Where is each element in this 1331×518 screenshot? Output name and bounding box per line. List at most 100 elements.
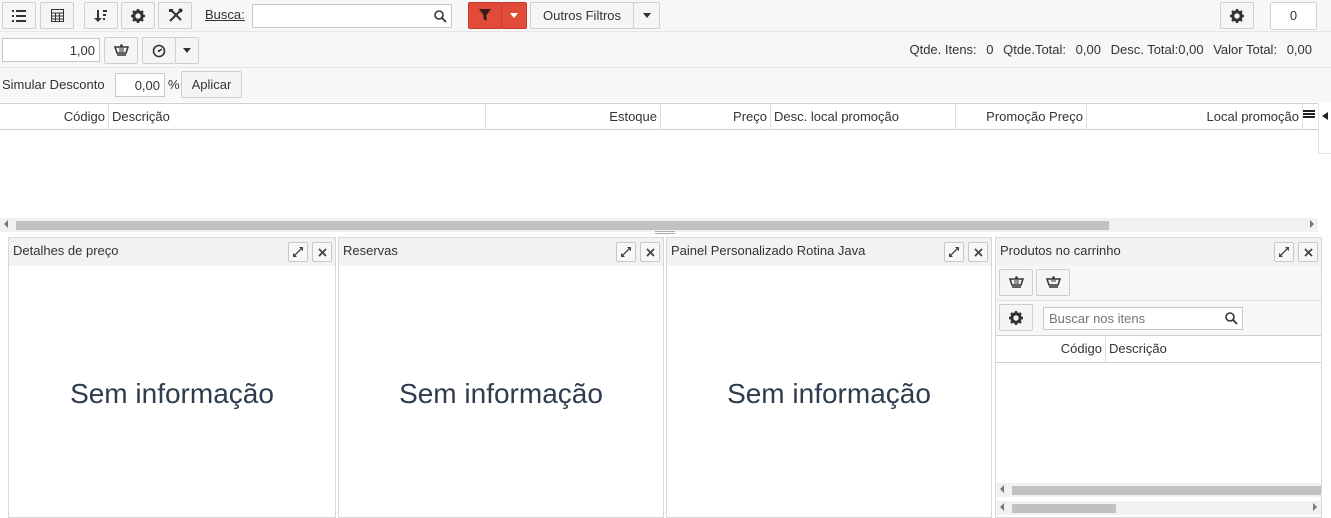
main-toolbar: Busca: Outros Filtros 0 xyxy=(0,0,1331,32)
qtde-itens-label: Qtde. Itens: xyxy=(909,42,977,57)
panel-header: Produtos no carrinho xyxy=(996,238,1321,266)
close-icon xyxy=(645,247,655,257)
column-header-codigo[interactable]: Código xyxy=(0,104,109,129)
desc-total-value: 0,00 xyxy=(1178,42,1204,57)
maximize-button[interactable] xyxy=(1274,242,1294,262)
panel-detalhes-preco: Detalhes de preço Sem informação xyxy=(8,237,336,518)
close-button[interactable] xyxy=(312,242,332,262)
speed-gauge-icon xyxy=(152,44,166,57)
qtde-itens-value: 0 xyxy=(986,42,994,57)
scroll-left-arrow[interactable] xyxy=(1000,485,1004,493)
expand-icon xyxy=(621,247,631,257)
panel-title: Detalhes de preço xyxy=(13,243,119,258)
cart-horizontal-scrollbar-2[interactable] xyxy=(996,501,1321,515)
grid-view-button[interactable] xyxy=(40,2,74,29)
close-icon xyxy=(973,247,983,257)
outros-filtros-button[interactable]: Outros Filtros xyxy=(530,2,634,29)
cart-search-bar xyxy=(996,301,1321,336)
cart-icon xyxy=(1045,275,1061,288)
column-header-preco[interactable]: Preço xyxy=(661,104,771,129)
gear-icon xyxy=(1230,8,1244,23)
simular-desconto-label: Simular Desconto xyxy=(2,77,105,92)
close-button[interactable] xyxy=(1298,242,1318,262)
scroll-thumb[interactable] xyxy=(16,221,1109,230)
cart-search-input[interactable] xyxy=(1047,309,1217,328)
column-header-local-promocao[interactable]: Local promoção xyxy=(1087,104,1303,129)
scroll-right-arrow[interactable] xyxy=(1313,503,1317,511)
history-button[interactable] xyxy=(142,37,176,64)
column-header-desc-local-promocao[interactable]: Desc. local promoção xyxy=(771,104,956,129)
scroll-thumb[interactable] xyxy=(1012,486,1321,495)
empty-message: Sem informação xyxy=(727,378,931,409)
chevron-left-icon xyxy=(1322,112,1328,120)
scroll-right-arrow[interactable] xyxy=(1310,220,1314,228)
search-field[interactable] xyxy=(252,4,452,28)
expand-icon xyxy=(1279,247,1289,257)
panel-title: Reservas xyxy=(343,243,398,258)
tools-icon xyxy=(168,8,182,22)
column-header-estoque[interactable]: Estoque xyxy=(486,104,661,129)
scroll-left-arrow[interactable] xyxy=(4,220,8,228)
qtde-total-label: Qtde.Total: xyxy=(1003,42,1067,57)
cart-toolbar xyxy=(996,266,1321,301)
panel-reservas: Reservas Sem informação xyxy=(338,237,664,518)
empty-message: Sem informação xyxy=(399,378,603,409)
qtde-total-value: 0,00 xyxy=(1075,42,1101,57)
cart-icon xyxy=(113,43,129,56)
sort-button[interactable] xyxy=(84,2,118,29)
chevron-down-icon xyxy=(642,13,651,18)
cart-horizontal-scrollbar-1[interactable] xyxy=(996,483,1321,497)
outros-filtros-dropdown[interactable] xyxy=(633,2,660,29)
busca-label: Busca: xyxy=(205,7,245,22)
maximize-button[interactable] xyxy=(288,242,308,262)
panel-header: Painel Personalizado Rotina Java xyxy=(667,238,991,266)
cart-remove-button[interactable] xyxy=(1036,269,1070,296)
panel-title: Produtos no carrinho xyxy=(1000,243,1121,258)
list-icon xyxy=(12,9,26,22)
filter-button[interactable] xyxy=(468,2,502,29)
list-view-button[interactable] xyxy=(2,2,36,29)
panel-title: Painel Personalizado Rotina Java xyxy=(671,243,866,258)
discount-input[interactable] xyxy=(115,73,165,97)
discount-toolbar: Simular Desconto % Aplicar xyxy=(0,68,1331,102)
settings-button[interactable] xyxy=(121,2,155,29)
panel-produtos-carrinho: Produtos no carrinho Código Descrição xyxy=(995,237,1322,518)
close-button[interactable] xyxy=(640,242,660,262)
desc-total-label: Desc. Total: xyxy=(1110,42,1179,57)
cart-column-header-codigo[interactable]: Código xyxy=(996,336,1106,362)
scroll-thumb[interactable] xyxy=(1012,504,1116,513)
grid-horizontal-scrollbar[interactable] xyxy=(0,218,1318,232)
products-grid-body xyxy=(0,130,1318,218)
quantity-input[interactable] xyxy=(2,38,100,62)
right-settings-button[interactable] xyxy=(1220,2,1254,29)
close-icon xyxy=(1303,247,1313,257)
empty-message: Sem informação xyxy=(70,378,274,409)
history-dropdown-button[interactable] xyxy=(175,37,199,64)
cart-icon xyxy=(1008,275,1024,288)
search-input[interactable] xyxy=(256,6,426,26)
maximize-button[interactable] xyxy=(944,242,964,262)
expand-icon xyxy=(949,247,959,257)
column-header-descricao[interactable]: Descrição xyxy=(109,104,486,129)
table-icon xyxy=(50,9,64,22)
chevron-down-icon xyxy=(183,48,191,53)
splitter-handle[interactable] xyxy=(655,231,675,234)
close-button[interactable] xyxy=(968,242,988,262)
maximize-button[interactable] xyxy=(616,242,636,262)
cart-search-field[interactable] xyxy=(1043,307,1243,330)
cart-column-header-descricao[interactable]: Descrição xyxy=(1106,336,1306,362)
panel-personalizado-java: Painel Personalizado Rotina Java Sem inf… xyxy=(666,237,992,518)
column-menu-button[interactable] xyxy=(1303,108,1317,124)
column-header-promocao-preco[interactable]: Promoção Preço xyxy=(956,104,1087,129)
filter-dropdown-button[interactable] xyxy=(501,2,527,29)
add-to-cart-button[interactable] xyxy=(104,37,138,64)
percent-label: % xyxy=(168,77,180,92)
aplicar-button[interactable]: Aplicar xyxy=(181,71,242,98)
tools-button[interactable] xyxy=(158,2,192,29)
side-collapse-handle[interactable] xyxy=(1318,104,1331,154)
menu-icon xyxy=(1303,110,1315,118)
cart-add-button[interactable] xyxy=(999,269,1033,296)
cart-settings-button[interactable] xyxy=(999,304,1033,331)
panel-header: Detalhes de preço xyxy=(9,238,335,266)
scroll-left-arrow[interactable] xyxy=(1000,503,1004,511)
